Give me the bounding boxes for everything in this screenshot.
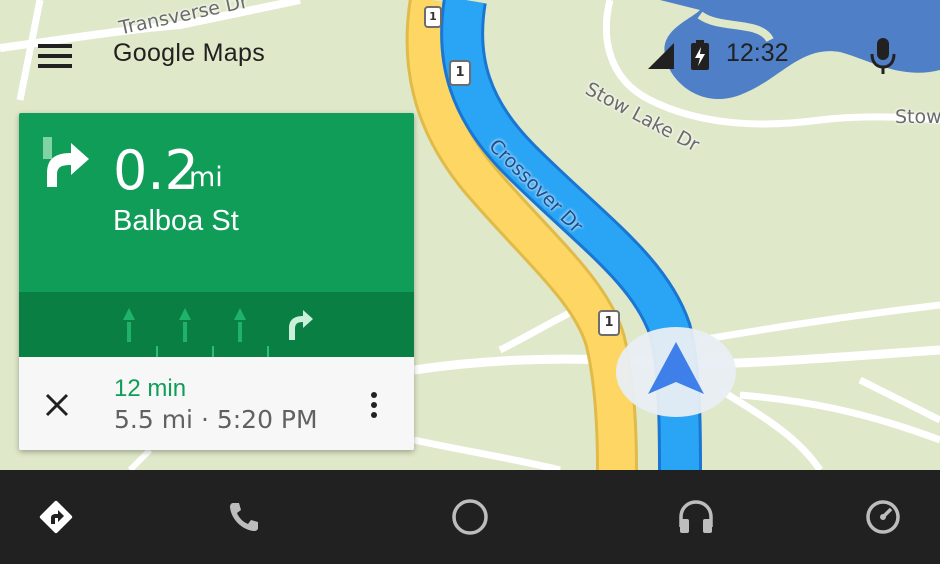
phone-icon: [230, 503, 258, 531]
next-turn-panel[interactable]: 0.2 mi Balboa St: [19, 113, 414, 292]
turn-right-icon: [41, 137, 93, 194]
turn-distance-unit: mi: [189, 162, 223, 193]
bottom-nav-overview[interactable]: [823, 470, 940, 564]
battery-charging-icon: [690, 40, 710, 75]
more-vert-icon[interactable]: [369, 391, 379, 426]
dashboard-icon: [866, 500, 900, 534]
route-1-shield: 1: [598, 310, 620, 336]
menu-icon[interactable]: [38, 44, 74, 70]
headphones-icon: [679, 500, 713, 533]
eta-distance-arrival: 5.5 mi · 5:20 PM: [114, 405, 318, 434]
turn-distance-value: 0.2: [113, 139, 199, 202]
trip-summary: 12 min 5.5 mi · 5:20 PM: [19, 357, 414, 450]
home-circle-icon: [452, 499, 488, 535]
microphone-icon[interactable]: [868, 36, 898, 81]
turn-street-name: Balboa St: [113, 205, 239, 237]
top-bar: Google Maps 12:32: [0, 0, 940, 110]
lane-turn-right-arrow-icon: [289, 310, 313, 340]
bottom-nav-phone[interactable]: [184, 470, 304, 564]
bottom-nav-music[interactable]: [636, 470, 756, 564]
lane-straight-arrow-icon: [123, 308, 135, 342]
lane-straight-arrow-icon: [234, 308, 246, 342]
app-title: Google Maps: [113, 39, 265, 67]
navigation-card: 0.2 mi Balboa St 12 min 5.5 mi · 5:20 PM: [19, 113, 414, 450]
eta-duration: 12 min: [114, 375, 187, 402]
bottom-nav-navigation[interactable]: [0, 470, 116, 564]
bottom-nav-home[interactable]: [410, 470, 530, 564]
status-clock: 12:32: [726, 39, 789, 67]
cell-signal-icon: [648, 43, 674, 74]
bottom-navigation-bar: [0, 470, 940, 564]
directions-icon: [39, 500, 73, 534]
lane-guidance: [19, 292, 414, 357]
close-icon[interactable]: [45, 393, 69, 422]
lane-straight-arrow-icon: [179, 308, 191, 342]
